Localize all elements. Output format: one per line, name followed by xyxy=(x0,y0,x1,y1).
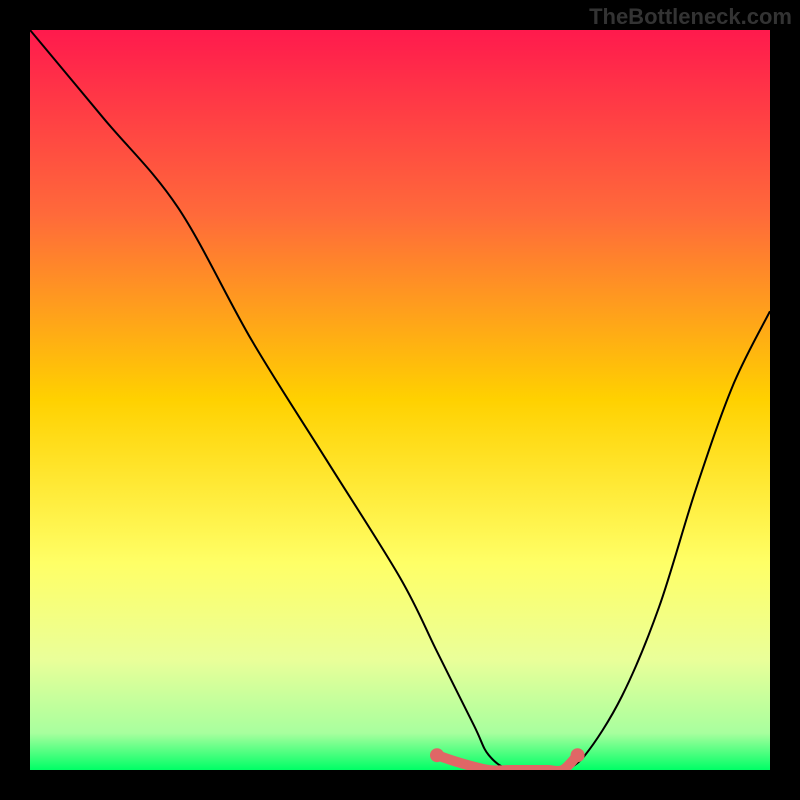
chart-area xyxy=(30,30,770,770)
chart-svg xyxy=(30,30,770,770)
gradient-background xyxy=(30,30,770,770)
watermark-text: TheBottleneck.com xyxy=(589,4,792,30)
